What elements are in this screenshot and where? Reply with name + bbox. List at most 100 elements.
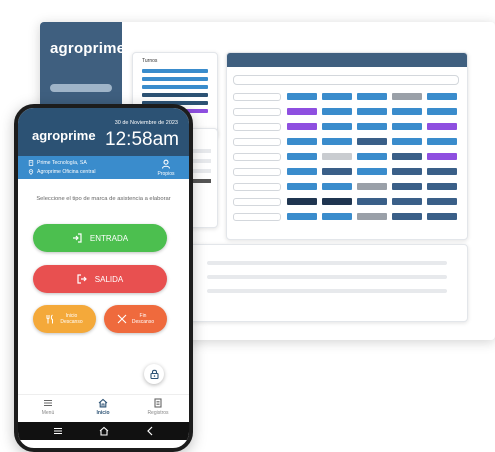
attendance-prompt: Seleccione el tipo de marca de asistenci…	[36, 196, 171, 202]
grid-cell[interactable]	[357, 168, 387, 175]
grid-cell[interactable]	[287, 153, 317, 160]
grid-row-label	[233, 183, 281, 191]
grid-cell[interactable]	[287, 168, 317, 175]
turnos-line	[142, 85, 208, 89]
grid-cell[interactable]	[357, 108, 387, 115]
grid-cell[interactable]	[392, 153, 422, 160]
grid-cell[interactable]	[322, 108, 352, 115]
phone-logo: agroprime	[32, 128, 96, 143]
propios-button[interactable]: Propios	[155, 159, 177, 177]
grid-cell[interactable]	[392, 198, 422, 205]
grid-cell[interactable]	[392, 138, 422, 145]
grid-cell[interactable]	[357, 213, 387, 220]
tab-registros[interactable]: Registros	[138, 398, 178, 416]
grid-cell[interactable]	[427, 108, 457, 115]
grid-cell[interactable]	[322, 213, 352, 220]
schedule-grid-card	[226, 52, 468, 240]
grid-cell[interactable]	[392, 108, 422, 115]
salida-button[interactable]: SALIDA	[33, 265, 167, 293]
turnos-line	[142, 77, 208, 81]
grid-cell[interactable]	[357, 153, 387, 160]
grid-cell[interactable]	[427, 198, 457, 205]
grid-cell[interactable]	[322, 153, 352, 160]
grid-cell[interactable]	[392, 123, 422, 130]
user-icon	[161, 159, 171, 169]
location-pin-icon	[28, 169, 34, 175]
grid-cell[interactable]	[427, 153, 457, 160]
fin-label-bottom: Descanso	[131, 319, 155, 325]
grid-cell[interactable]	[427, 138, 457, 145]
grid-cell[interactable]	[392, 168, 422, 175]
recent-apps-icon[interactable]	[52, 425, 64, 437]
desktop-logo: agroprime	[50, 40, 126, 57]
grid-cell[interactable]	[427, 168, 457, 175]
tab-registros-label: Registros	[147, 410, 169, 416]
current-date: 30 de Noviembre de 2023	[114, 120, 178, 126]
bottom-tab-bar: Menú Inicio Registros	[18, 394, 189, 423]
grid-row-label	[233, 168, 281, 176]
grid-cell[interactable]	[322, 138, 352, 145]
grid-cell[interactable]	[427, 93, 457, 100]
document-icon	[154, 398, 162, 408]
grid-header	[227, 53, 467, 67]
grid-cell[interactable]	[427, 183, 457, 190]
grid-row-label	[233, 138, 281, 146]
grid-cell[interactable]	[287, 93, 317, 100]
tab-menu[interactable]: Menú	[28, 398, 68, 416]
lock-button[interactable]	[144, 364, 164, 384]
grid-row-label	[233, 108, 281, 116]
sidebar-menu-item[interactable]	[50, 84, 112, 92]
turnos-title: Turnos	[142, 58, 158, 64]
grid-cell[interactable]	[392, 93, 422, 100]
grid-cell[interactable]	[392, 213, 422, 220]
android-nav-bar	[18, 422, 189, 440]
grid-cell[interactable]	[322, 93, 352, 100]
grid-cell[interactable]	[427, 123, 457, 130]
grid-cell[interactable]	[287, 123, 317, 130]
entrada-button[interactable]: ENTRADA	[33, 224, 167, 252]
grid-cell[interactable]	[322, 123, 352, 130]
grid-row-label	[233, 93, 281, 101]
hamburger-icon	[44, 399, 52, 407]
grid-cell[interactable]	[357, 138, 387, 145]
grid-cell[interactable]	[322, 168, 352, 175]
tab-inicio-label: Inicio	[96, 410, 110, 416]
grid-cell[interactable]	[357, 198, 387, 205]
back-nav-icon[interactable]	[144, 425, 156, 437]
grid-cell[interactable]	[357, 123, 387, 130]
office-name: Agroprime Oficina central	[37, 169, 96, 175]
company-name: Prime Tecnología, SA	[37, 160, 87, 166]
turnos-line	[142, 69, 208, 73]
utensils-crossed-icon	[117, 314, 127, 324]
grid-cell[interactable]	[427, 213, 457, 220]
grid-cell[interactable]	[322, 183, 352, 190]
grid-row-label	[233, 198, 281, 206]
grid-cell[interactable]	[287, 213, 317, 220]
company-info-bar: Prime Tecnología, SA Agroprime Oficina c…	[18, 156, 189, 179]
home-nav-icon[interactable]	[98, 425, 110, 437]
grid-cell[interactable]	[357, 183, 387, 190]
grid-cell[interactable]	[287, 138, 317, 145]
sign-out-icon	[77, 274, 87, 284]
lock-icon	[149, 369, 159, 379]
grid-search-bar[interactable]	[233, 75, 459, 85]
entrada-label: ENTRADA	[89, 233, 129, 243]
details-card	[188, 244, 468, 322]
inicio-label-bottom: Descanso	[60, 319, 83, 325]
fin-descanso-button[interactable]: Fin Descanso	[104, 305, 167, 333]
tab-inicio[interactable]: Inicio	[83, 398, 123, 416]
propios-label: Propios	[157, 171, 175, 177]
grid-cell[interactable]	[287, 108, 317, 115]
utensils-icon	[46, 314, 54, 324]
phone-header: agroprime 30 de Noviembre de 2023 12:58a…	[18, 108, 189, 156]
grid-cell[interactable]	[392, 183, 422, 190]
building-icon	[28, 160, 34, 166]
inicio-descanso-button[interactable]: Inicio Descanso	[33, 305, 96, 333]
grid-cell[interactable]	[357, 93, 387, 100]
grid-cell[interactable]	[287, 183, 317, 190]
grid-cell[interactable]	[322, 198, 352, 205]
grid-cell[interactable]	[287, 198, 317, 205]
sign-in-icon	[72, 233, 82, 243]
turnos-line	[142, 93, 208, 97]
salida-label: SALIDA	[94, 274, 124, 284]
